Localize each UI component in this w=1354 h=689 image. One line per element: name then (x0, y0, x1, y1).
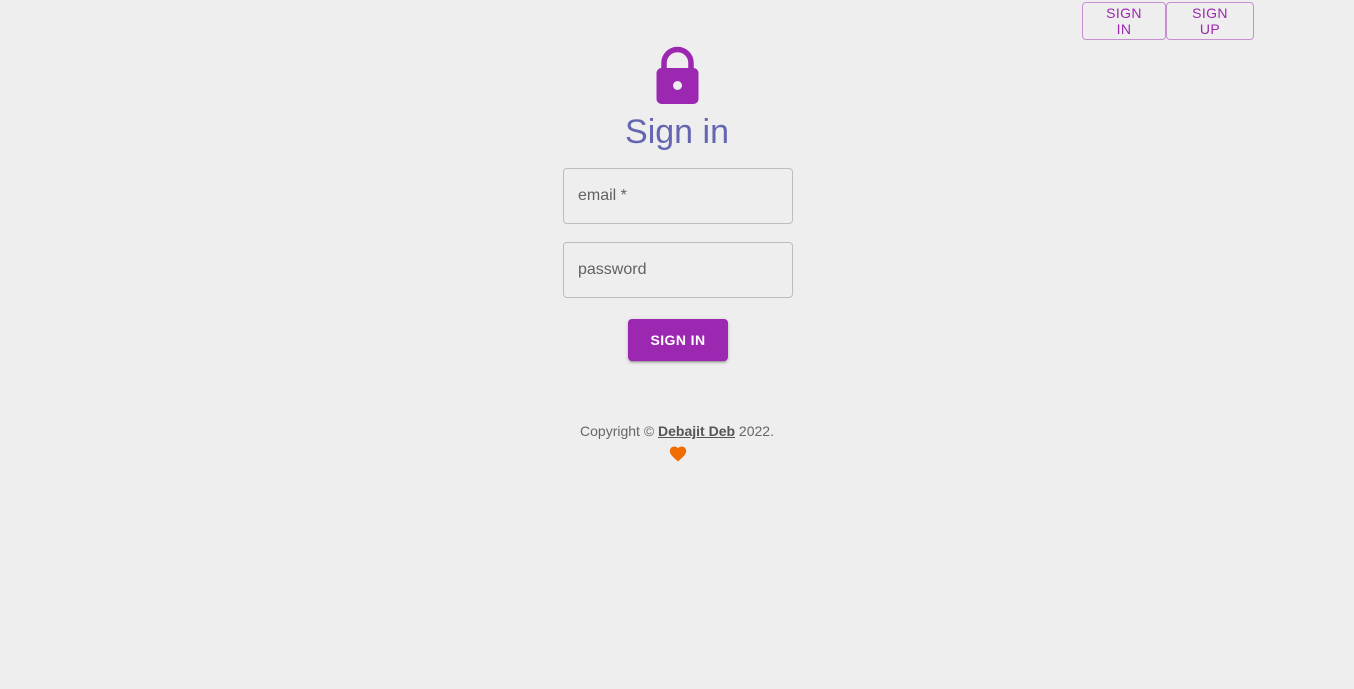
nav-signin-button[interactable]: SIGN IN (1082, 2, 1166, 40)
author-link[interactable]: Debajit Deb (658, 423, 735, 439)
copyright-text: Copyright © Debajit Deb 2022. (0, 422, 1354, 440)
page-title: Sign in (625, 113, 729, 151)
copyright-suffix: 2022. (735, 423, 774, 439)
password-input[interactable] (564, 243, 792, 297)
copyright-prefix: Copyright © (580, 423, 659, 439)
password-field-container (563, 242, 793, 298)
nav-signup-button[interactable]: SIGN UP (1166, 2, 1254, 40)
lock-icon (656, 46, 699, 104)
top-nav: SIGN IN SIGN UP (1082, 2, 1254, 40)
email-input[interactable] (564, 169, 792, 223)
email-field-container (563, 168, 793, 224)
heart-icon (669, 446, 687, 462)
signin-submit-button[interactable]: SIGN IN (628, 319, 728, 361)
signin-page: SIGN IN SIGN UP Sign in SIGN IN Copyrigh… (0, 0, 1354, 689)
